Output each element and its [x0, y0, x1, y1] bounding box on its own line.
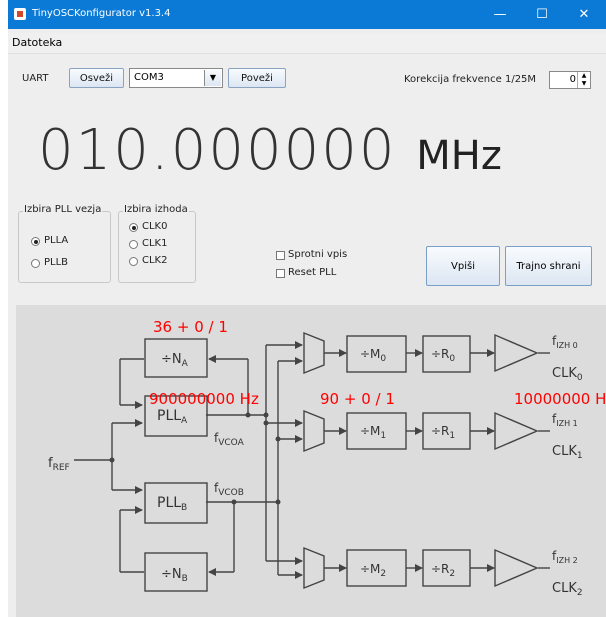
mux1-shape [303, 409, 325, 453]
uart-label: UART [22, 73, 49, 84]
spinner-down-icon[interactable]: ▼ [577, 80, 590, 88]
port-select-value: COM3 [134, 72, 164, 83]
fref-text: fREF [48, 456, 70, 473]
radio-clk0[interactable] [129, 223, 138, 232]
buffer0-shape [494, 333, 539, 373]
correction-label: Korekcija frekvence 1/25M [404, 74, 537, 85]
r0-text: ÷R0 [431, 347, 455, 364]
radio-plla[interactable] [31, 237, 40, 246]
m2-text: ÷M2 [360, 562, 386, 579]
frequency-unit: MHz [416, 133, 502, 179]
m1-text: ÷M1 [360, 424, 386, 441]
mux2-shape [303, 546, 325, 590]
clk1-text: CLK1 [552, 444, 583, 461]
refresh-button[interactable]: Osveži [69, 68, 124, 88]
menu-bar: Datoteka [8, 33, 606, 54]
mux0-shape [303, 331, 325, 375]
pllb-text: PLLB [157, 495, 187, 513]
spinner-up-icon[interactable]: ▲ [577, 72, 590, 80]
fizh2-text: fIZH 2 [552, 549, 578, 565]
fizh1-text: fIZH 1 [552, 412, 578, 428]
fizh0-text: fIZH 0 [552, 334, 578, 350]
radio-clk2[interactable] [129, 257, 138, 266]
nb-text: ÷NB [161, 567, 188, 584]
radio-clk1-label: CLK1 [142, 238, 168, 249]
chevron-down-icon[interactable]: ▼ [204, 70, 221, 86]
buffer2-shape [494, 548, 539, 588]
na-text: ÷NA [161, 352, 189, 369]
r1-text: ÷R1 [431, 424, 455, 441]
pll-group-title: Izbira PLL vezja [23, 204, 103, 215]
app-window: TinyOSCKonfigurator v1.3.4 — ☐ ✕ Datotek… [8, 0, 606, 617]
save-button[interactable]: Trajno shrani [505, 246, 592, 286]
port-select[interactable]: COM3 ▼ [129, 68, 223, 88]
fvcob-text: fVCOB [214, 481, 244, 498]
r2-text: ÷R2 [431, 562, 455, 579]
reset-pll-checkbox[interactable] [276, 269, 285, 278]
pll-group: Izbira PLL vezja PLLA PLLB [18, 204, 111, 283]
radio-clk1[interactable] [129, 240, 138, 249]
fvcoa-text: fVCOA [214, 431, 245, 448]
close-button[interactable]: ✕ [564, 0, 604, 29]
clk2-text: CLK2 [552, 581, 583, 598]
menu-file[interactable]: Datoteka [12, 36, 62, 49]
frequency-display: 010.000000 MHz [38, 118, 502, 183]
na-value-overlay: 36 + 0 / 1 [153, 318, 228, 336]
frequency-digits: 010.000000 [38, 118, 397, 183]
out-freq-overlay: 10000000 Hz [514, 390, 606, 408]
buffer1-shape [494, 411, 539, 451]
radio-pllb[interactable] [31, 259, 40, 268]
correction-spinner[interactable]: 0 ▲ ▼ [549, 71, 591, 89]
radio-clk0-label: CLK0 [142, 221, 168, 232]
write-button[interactable]: Vpiši [426, 246, 500, 286]
pll-block-diagram: fREF ÷NA ÷NB PLLA PLLB fVCOA fVCOB ÷M0 ÷… [16, 305, 606, 617]
app-icon [14, 8, 26, 20]
maximize-button[interactable]: ☐ [522, 0, 562, 29]
title-bar: TinyOSCKonfigurator v1.3.4 — ☐ ✕ [8, 0, 606, 29]
output-group-title: Izbira izhoda [123, 204, 189, 215]
radio-clk2-label: CLK2 [142, 255, 168, 266]
correction-value: 0 [569, 74, 576, 85]
radio-pllb-label: PLLB [44, 257, 69, 268]
realtime-write-label: Sprotni vpis [288, 249, 348, 260]
clk0-text: CLK0 [552, 366, 583, 383]
output-group: Izbira izhoda CLK0 CLK1 CLK2 [118, 204, 196, 283]
minimize-button[interactable]: — [480, 0, 520, 29]
radio-plla-label: PLLA [44, 235, 69, 246]
connect-button[interactable]: Poveži [228, 68, 286, 88]
m-value-overlay: 90 + 0 / 1 [320, 390, 395, 408]
realtime-write-checkbox[interactable] [276, 251, 285, 260]
m0-text: ÷M0 [360, 347, 386, 364]
vco-freq-overlay: 900000000 Hz [149, 390, 259, 408]
plla-text: PLLA [157, 408, 188, 426]
diagram-svg: fREF ÷NA ÷NB PLLA PLLB fVCOA fVCOB ÷M0 ÷… [48, 318, 606, 598]
reset-pll-label: Reset PLL [288, 267, 337, 278]
window-title: TinyOSCKonfigurator v1.3.4 [32, 8, 171, 19]
